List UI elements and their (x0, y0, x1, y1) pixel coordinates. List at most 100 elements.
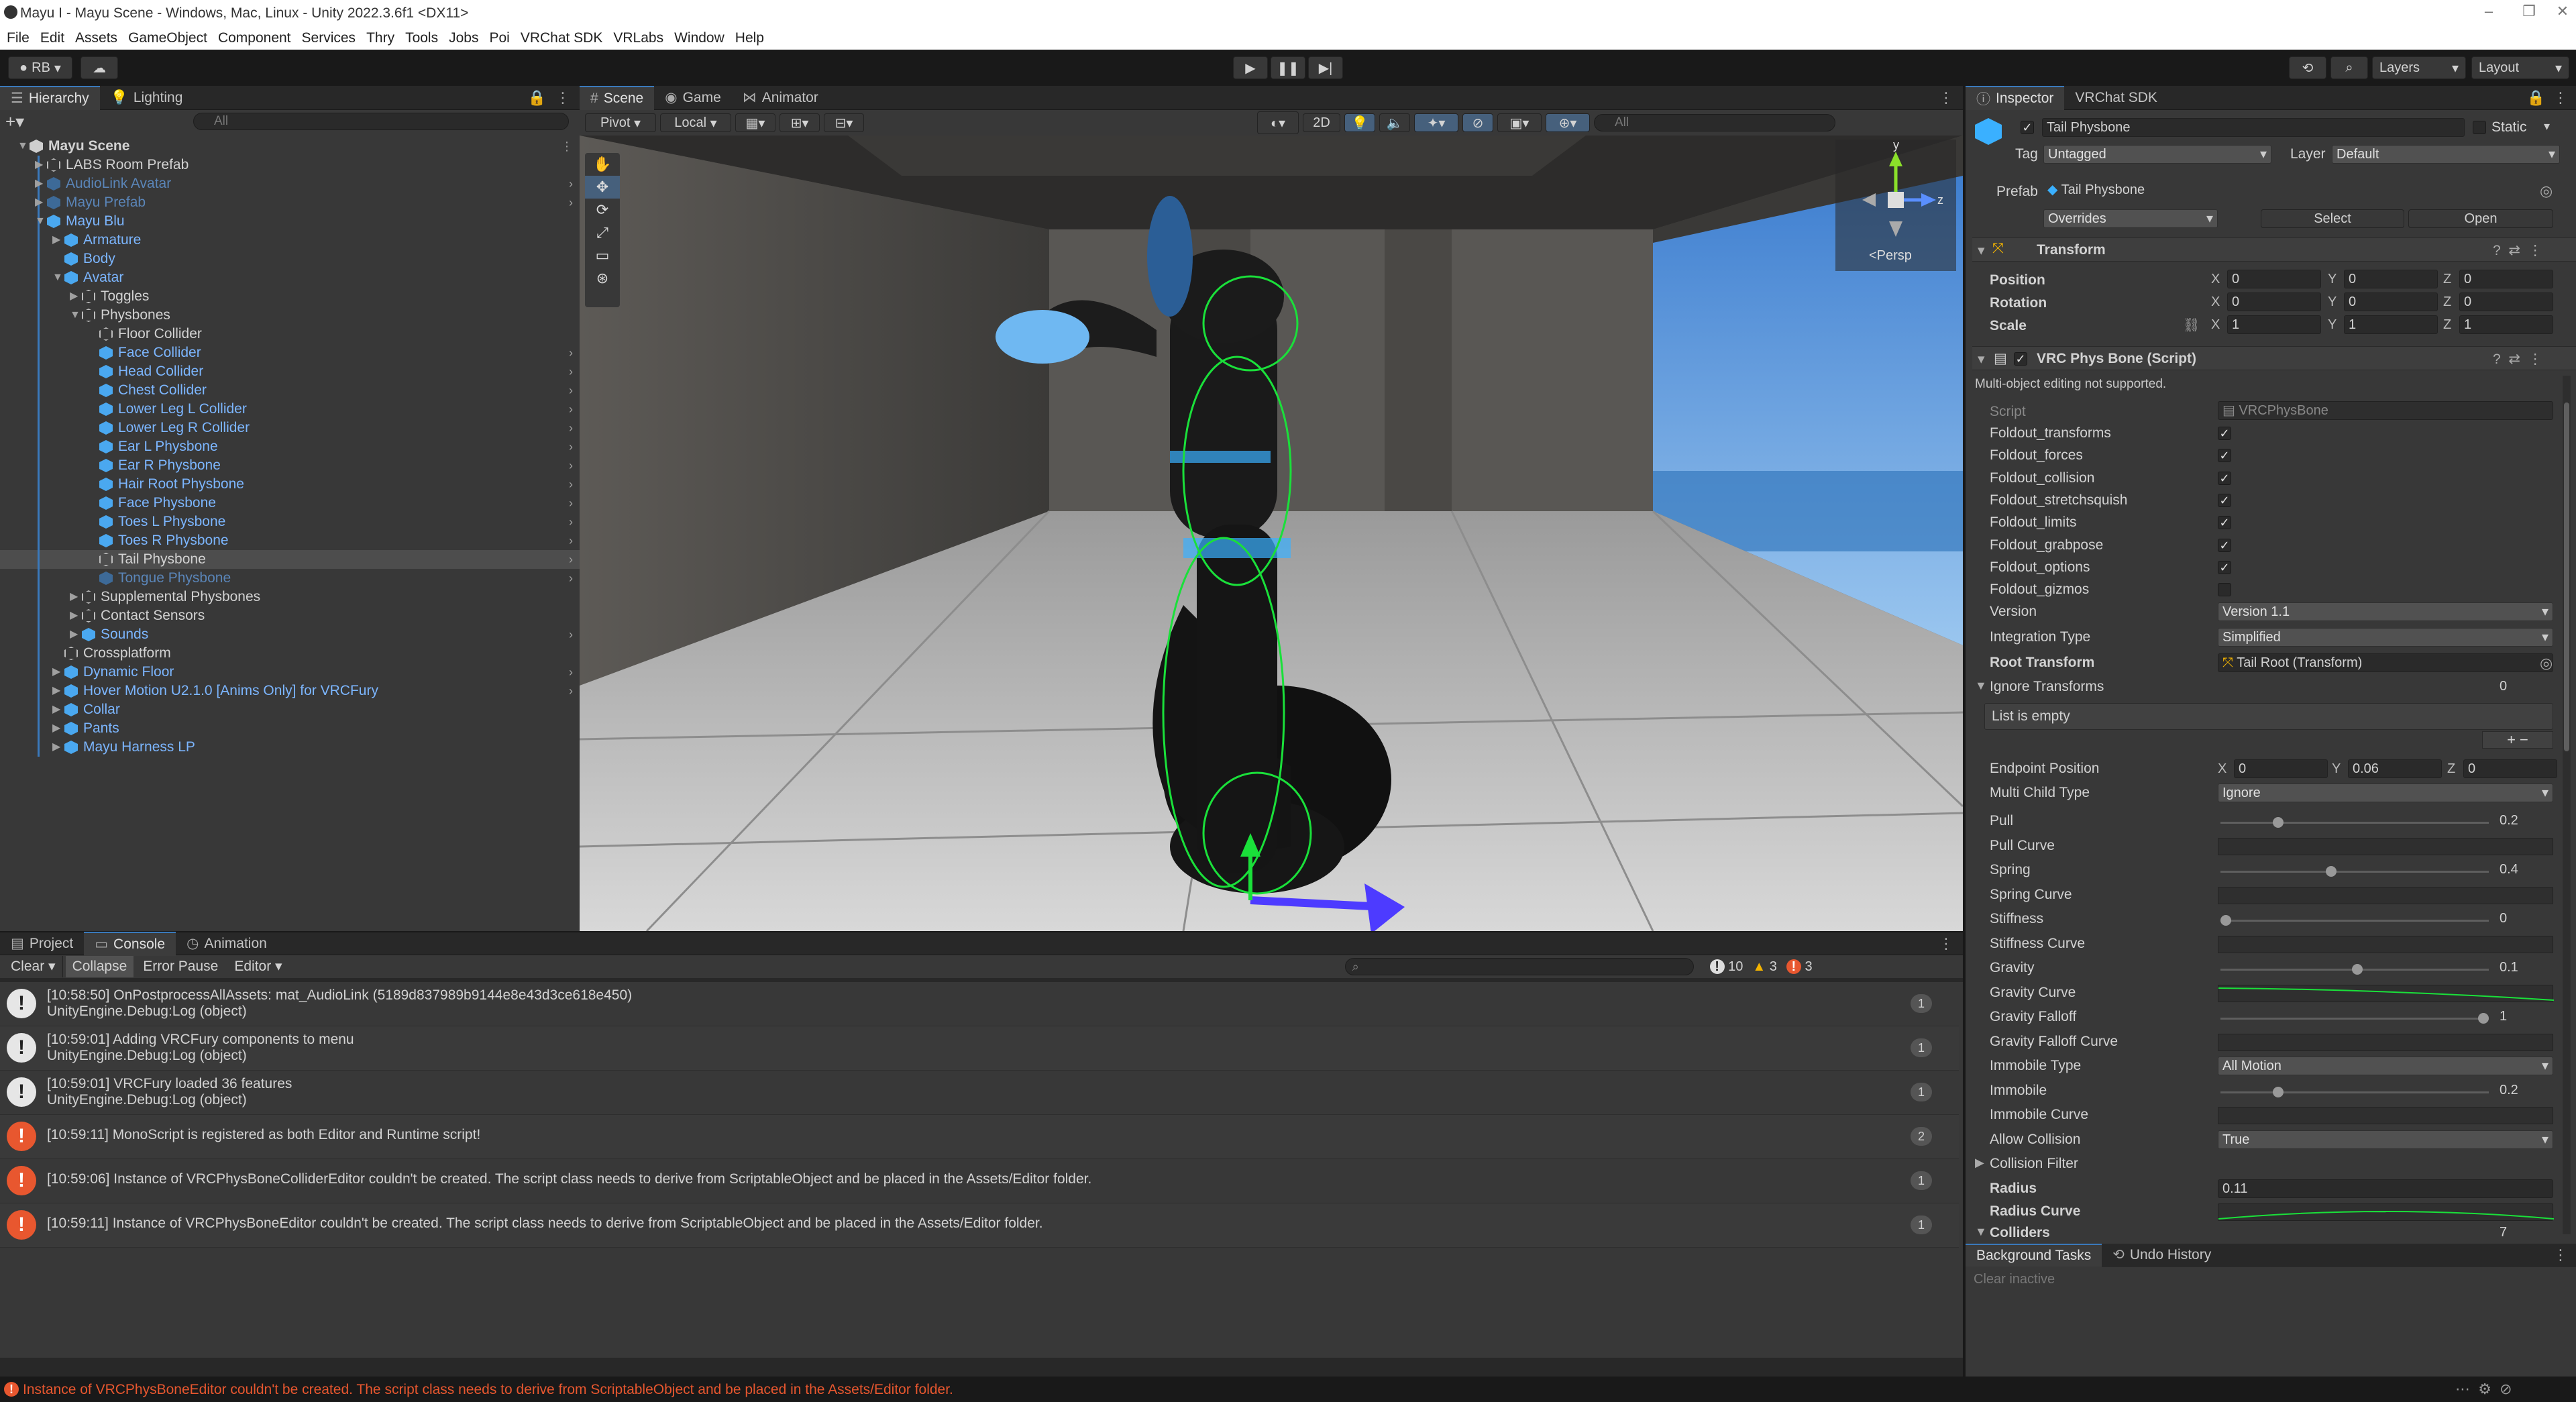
collapsed-arrow-icon[interactable]: ▶ (52, 663, 63, 682)
transform-foldout-icon[interactable]: ▾ (1978, 242, 1985, 259)
tab-game[interactable]: ◉ Game (654, 86, 732, 110)
transform-position-z-field[interactable]: 0 (2459, 270, 2553, 288)
menu-vrlabs[interactable]: VRLabs (613, 27, 663, 50)
open-prefab-chevron-icon[interactable]: › (569, 437, 573, 456)
constrain-proportions-icon[interactable]: ⛓ (2183, 317, 2200, 333)
hierarchy-item[interactable]: ▶ Dynamic Floor › (0, 663, 580, 682)
open-prefab-chevron-icon[interactable]: › (569, 343, 573, 362)
collapsed-arrow-icon[interactable]: ▶ (52, 700, 63, 719)
menu-component[interactable]: Component (218, 27, 291, 50)
tab-lighting[interactable]: 💡 Lighting (100, 86, 194, 110)
collapsed-arrow-icon[interactable]: ▶ (35, 174, 46, 193)
hierarchy-item[interactable]: ▼ Avatar (0, 268, 580, 287)
collapsed-arrow-icon[interactable]: ▶ (70, 606, 80, 625)
transform-rotation-y-field[interactable]: 0 (2344, 292, 2438, 311)
close-icon[interactable]: ✕ (2542, 3, 2576, 23)
tab-undo-history[interactable]: ⟲ Undo History (2102, 1244, 2222, 1266)
open-prefab-chevron-icon[interactable]: › (569, 513, 573, 531)
hand-tool-icon[interactable]: ✋ (585, 153, 620, 176)
grid-snap-icon[interactable]: ▦▾ (735, 113, 775, 132)
colliders-foldout-icon[interactable]: ▼ (1975, 1225, 1987, 1239)
menu-tools[interactable]: Tools (405, 27, 438, 50)
gravity-falloff-value[interactable]: 1 (2496, 1008, 2553, 1026)
hierarchy-item[interactable]: ▶ AudioLink Avatar › (0, 174, 580, 193)
collapsed-arrow-icon[interactable]: ▶ (35, 156, 46, 174)
open-prefab-chevron-icon[interactable]: › (569, 531, 573, 550)
transform-actions-icon[interactable]: ? ⇄ ⋮ (2493, 242, 2542, 259)
stiffness-slider-knob[interactable] (2220, 915, 2231, 926)
open-prefab-chevron-icon[interactable]: › (569, 362, 573, 381)
hierarchy-item[interactable]: ▶ Mayu Prefab › (0, 193, 580, 212)
stiffness-curve-field[interactable] (2218, 935, 2553, 953)
foldout-checkbox[interactable]: ✓ (2218, 560, 2231, 574)
hierarchy-item[interactable]: ▼ Mayu Blu (0, 212, 580, 231)
tab-animation[interactable]: ◷ Animation (176, 932, 278, 956)
hierarchy-item[interactable]: ▼ Mayu Scene ⋮ (0, 137, 580, 156)
open-prefab-chevron-icon[interactable]: › (569, 193, 573, 212)
hierarchy-item[interactable]: ▶ Supplemental Physbones (0, 588, 580, 606)
menu-poi[interactable]: Poi (489, 27, 509, 50)
open-prefab-chevron-icon[interactable]: › (569, 550, 573, 569)
collapsed-arrow-icon[interactable]: ▶ (35, 193, 46, 212)
hierarchy-item[interactable]: Ear L Physbone › (0, 437, 580, 456)
scene-viewport[interactable]: ✋ ✥ ⟳ ⤢ ▭ ⊛ y z <Persp (580, 136, 1963, 931)
lighting-toggle-icon[interactable]: 💡 (1344, 113, 1375, 132)
pull-value[interactable]: 0.2 (2496, 812, 2553, 830)
play-button[interactable]: ▶ (1233, 56, 1268, 79)
ignore-transforms-count[interactable]: 0 (2496, 678, 2553, 696)
error-pause-button[interactable]: Error Pause (136, 956, 225, 977)
tab-console[interactable]: ▭ Console (84, 931, 176, 956)
tab-hierarchy[interactable]: ☰ Hierarchy (0, 85, 100, 110)
hierarchy-item[interactable]: Crossplatform (0, 644, 580, 663)
audio-toggle-icon[interactable]: 🔈 (1379, 113, 1410, 132)
panel-menu-icon[interactable]: ⋮ (555, 89, 570, 107)
collapsed-arrow-icon[interactable]: ▶ (52, 738, 63, 757)
inspector-menu-icon[interactable]: ⋮ (2553, 89, 2568, 107)
history-icon[interactable]: ⟲ (2289, 56, 2326, 79)
rect-tool-icon[interactable]: ▭ (585, 244, 620, 267)
step-button[interactable]: ▶| (1308, 56, 1343, 79)
transform-scale-x-field[interactable]: 1 (2227, 315, 2321, 334)
gravity-value[interactable]: 0.1 (2496, 959, 2553, 977)
local-dropdown[interactable]: Local ▾ (660, 113, 731, 132)
spring-value[interactable]: 0.4 (2496, 861, 2553, 879)
hierarchy-item[interactable]: Tongue Physbone › (0, 569, 580, 588)
hierarchy-item[interactable]: Floor Collider (0, 325, 580, 343)
scene-menu-icon[interactable]: ⋮ (561, 137, 573, 156)
spring-slider-knob[interactable] (2325, 866, 2337, 877)
menu-window[interactable]: Window (674, 27, 724, 50)
menu-services[interactable]: Services (302, 27, 356, 50)
expanded-arrow-icon[interactable]: ▼ (17, 137, 28, 156)
hierarchy-item[interactable]: ▶ Collar (0, 700, 580, 719)
editor-dropdown[interactable]: Editor ▾ (227, 956, 288, 977)
foldout-checkbox[interactable]: ✓ (2218, 471, 2231, 485)
clear-button[interactable]: Clear ▾ (4, 956, 63, 977)
console-entry[interactable]: ! [10:59:11] MonoScript is registered as … (0, 1115, 1959, 1159)
inspector-lock-icon[interactable]: 🔒 (2527, 89, 2545, 107)
open-prefab-chevron-icon[interactable]: › (569, 494, 573, 513)
console-entry[interactable]: ! [10:59:01] VRCFury loaded 36 features Un… (0, 1071, 1959, 1115)
root-transform-field[interactable]: ⤧ Tail Root (Transform) (2218, 653, 2553, 672)
collapsed-arrow-icon[interactable]: ▶ (70, 287, 80, 306)
pause-button[interactable]: ❚❚ (1271, 56, 1305, 79)
hierarchy-item[interactable]: ▶ Hover Motion U2.1.0 [Anims Only] for VR… (0, 682, 580, 700)
hierarchy-item[interactable]: Lower Leg R Collider › (0, 419, 580, 437)
effects-toggle-icon[interactable]: ✦▾ (1414, 113, 1458, 132)
transform-position-x-field[interactable]: 0 (2227, 270, 2321, 288)
account-button[interactable]: ● RB ▾ (8, 56, 72, 79)
foldout-checkbox[interactable] (2218, 583, 2231, 597)
open-prefab-chevron-icon[interactable]: › (569, 625, 573, 644)
collapsed-arrow-icon[interactable]: ▶ (70, 625, 80, 644)
move-tool-icon[interactable]: ✥ (585, 176, 620, 199)
radius-field[interactable]: 0.11 (2218, 1179, 2553, 1198)
tab-project[interactable]: ▤ Project (0, 932, 84, 956)
layer-dropdown[interactable]: Default (2332, 145, 2560, 164)
menu-gameobject[interactable]: GameObject (128, 27, 207, 50)
status-message[interactable]: Instance of VRCPhysBoneEditor couldn't b… (23, 1382, 953, 1398)
scene-menu-icon[interactable]: ⋮ (1939, 89, 1953, 107)
tab-inspector[interactable]: ⓘ Inspector (1966, 85, 2065, 110)
hierarchy-item[interactable]: Face Collider › (0, 343, 580, 362)
hierarchy-item[interactable]: ▶ Armature (0, 231, 580, 250)
immobile-slider-track[interactable] (2220, 1091, 2489, 1093)
hierarchy-item[interactable]: ▶ Contact Sensors (0, 606, 580, 625)
